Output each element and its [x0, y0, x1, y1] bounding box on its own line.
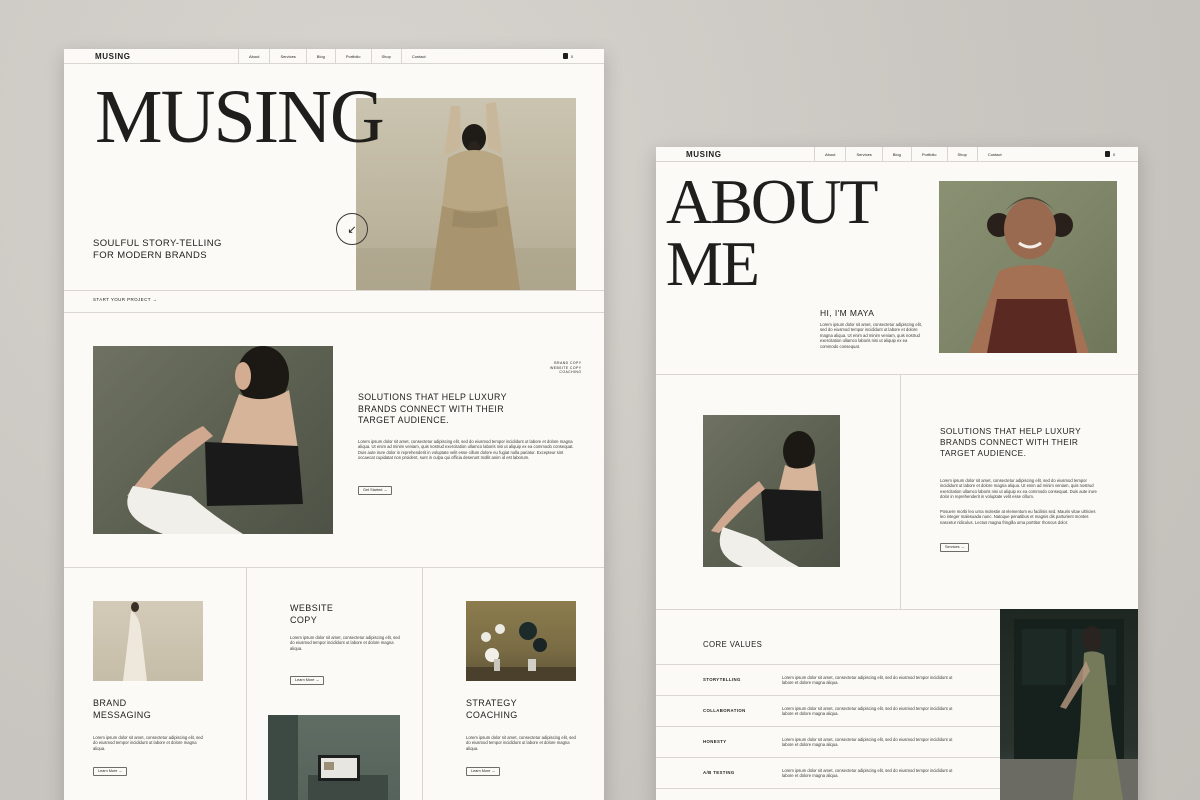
- woman-white-gown-image: [123, 602, 147, 681]
- solutions-body-2: Posuere morbi leo urna molestie at eleme…: [940, 509, 1096, 525]
- cart-count: 0: [1113, 151, 1116, 157]
- solutions-photo: [93, 346, 333, 534]
- heading-line: SOLUTIONS THAT HELP LUXURY: [358, 392, 507, 402]
- heading-line: TARGET AUDIENCE.: [940, 448, 1027, 458]
- value-text: Lorem ipsum dolor sit amet, consectetur …: [782, 675, 953, 686]
- value-text: Lorem ipsum dolor sit amet, consectetur …: [782, 706, 953, 717]
- value-name: HONESTY: [703, 739, 727, 744]
- service-list: BRAND COPY WEBSITE COPY COACHING: [550, 361, 581, 375]
- heading-line: MESSAGING: [93, 710, 152, 720]
- title-line: ME: [666, 228, 760, 299]
- website-copy-body: Lorem ipsum dolor sit amet, consectetur …: [290, 635, 400, 651]
- solutions-body: Lorem ipsum dolor sit amet, consectetur …: [358, 439, 574, 461]
- heading-line: TARGET AUDIENCE.: [358, 415, 450, 425]
- nav-links: About Services Blog Portfolio Shop Conta…: [238, 49, 436, 64]
- home-page-mockup: MUSING About Services Blog Portfolio Sho…: [64, 49, 604, 800]
- hero-tagline: SOULFUL STORY-TELLING FOR MODERN BRANDS: [93, 238, 222, 262]
- greeting-heading: HI, I'M MAYA: [820, 308, 875, 318]
- top-nav: MUSING About Services Blog Portfolio Sho…: [64, 49, 604, 64]
- solutions-heading: SOLUTIONS THAT HELP LUXURY BRANDS CONNEC…: [358, 392, 507, 427]
- services-button[interactable]: Services →: [940, 543, 970, 552]
- nav-shop[interactable]: Shop: [946, 147, 977, 162]
- hero-photo: [356, 98, 576, 290]
- cart-button[interactable]: 0: [563, 53, 573, 59]
- get-started-button[interactable]: Get Started →: [358, 486, 393, 495]
- greeting-body: Lorem ipsum dolor sit amet, consectetur …: [820, 322, 922, 349]
- nav-about[interactable]: About: [814, 147, 845, 162]
- value-name: COLLABORATION: [703, 708, 746, 713]
- shopping-bag-icon: [1105, 151, 1110, 157]
- solutions-body: Lorem ipsum dolor sit amet, consectetur …: [940, 478, 1097, 500]
- value-text: Lorem ipsum dolor sit amet, consectetur …: [782, 737, 953, 748]
- white-flowers-vase-image: [466, 622, 576, 681]
- top-nav: MUSING About Services Blog Portfolio Sho…: [656, 147, 1138, 162]
- title-line: ABOUT: [666, 166, 878, 237]
- heading-line: STRATEGY: [466, 698, 518, 708]
- shopping-bag-icon: [563, 53, 568, 59]
- brand-logo[interactable]: MUSING: [95, 52, 131, 61]
- learn-more-button[interactable]: Learn More →: [290, 676, 325, 685]
- woman-smiling-portrait-image: [969, 197, 1089, 353]
- nav-blog[interactable]: Blog: [881, 147, 911, 162]
- website-copy-heading: WEBSITE COPY: [290, 602, 333, 626]
- arrow-down-left-icon[interactable]: ↙: [336, 213, 368, 245]
- start-project-link[interactable]: START YOUR PROJECT →: [93, 297, 157, 302]
- woman-black-top-image: [711, 431, 823, 567]
- heading-line: BRANDS CONNECT WITH THEIR: [358, 403, 505, 414]
- tagline-line-2: FOR MODERN BRANDS: [93, 250, 207, 261]
- brand-messaging-heading: BRAND MESSAGING: [93, 697, 151, 721]
- value-name: A/B TESTING: [703, 770, 735, 775]
- learn-more-button[interactable]: Learn More →: [466, 767, 501, 776]
- nav-portfolio[interactable]: Portfolio: [910, 147, 947, 162]
- heading-line: COPY: [290, 615, 318, 625]
- nav-shop[interactable]: Shop: [370, 49, 401, 64]
- nav-contact[interactable]: Contact: [400, 49, 436, 64]
- learn-more-button[interactable]: Learn More →: [93, 767, 128, 776]
- nav-about[interactable]: About: [238, 49, 269, 64]
- laptop-photo: [268, 715, 400, 800]
- heading-line: SOLUTIONS THAT HELP LUXURY: [940, 426, 1082, 436]
- heading-line: BRAND: [93, 698, 127, 708]
- nav-blog[interactable]: Blog: [305, 49, 335, 64]
- service-list-item[interactable]: COACHING: [550, 370, 581, 375]
- value-text: Lorem ipsum dolor sit amet, consectetur …: [782, 768, 953, 779]
- tagline-line-1: SOULFUL STORY-TELLING: [93, 238, 222, 249]
- core-values-heading: CORE VALUES: [703, 640, 763, 649]
- woman-black-top-image: [127, 346, 303, 534]
- cart-count: 0: [571, 53, 574, 59]
- strategy-photo: [466, 601, 576, 681]
- nav-services[interactable]: Services: [845, 147, 881, 162]
- cart-button[interactable]: 0: [1105, 151, 1115, 157]
- walking-photo: [1000, 609, 1138, 800]
- portrait-photo: [939, 181, 1117, 353]
- woman-linen-dress-image: [356, 102, 576, 290]
- value-name: STORYTELLING: [703, 677, 741, 682]
- strategy-body: Lorem ipsum dolor sit amet, consectetur …: [466, 735, 576, 751]
- about-title: ABOUT ME: [666, 166, 878, 299]
- hero-title: MUSING: [95, 75, 385, 159]
- solutions-heading: SOLUTIONS THAT HELP LUXURY BRANDS CONNEC…: [940, 426, 1081, 459]
- heading-line: WEBSITE: [290, 603, 334, 613]
- laptop-desk-image: [268, 715, 388, 800]
- service-list-item[interactable]: BRAND COPY: [550, 361, 581, 366]
- about-page-mockup: MUSING About Services Blog Portfolio Sho…: [656, 147, 1138, 800]
- strategy-heading: STRATEGY COACHING: [466, 697, 518, 721]
- nav-services[interactable]: Services: [269, 49, 305, 64]
- brand-messaging-body: Lorem ipsum dolor sit amet, consectetur …: [93, 735, 203, 751]
- brand-logo[interactable]: MUSING: [686, 150, 722, 159]
- nav-links: About Services Blog Portfolio Shop Conta…: [814, 147, 1012, 162]
- brand-messaging-photo: [93, 601, 203, 681]
- heading-line: BRANDS CONNECT WITH THEIR: [940, 437, 1079, 447]
- solutions-photo: [703, 415, 840, 567]
- nav-portfolio[interactable]: Portfolio: [334, 49, 371, 64]
- woman-walking-image: [1000, 619, 1138, 800]
- heading-line: COACHING: [466, 710, 518, 720]
- nav-contact[interactable]: Contact: [976, 147, 1012, 162]
